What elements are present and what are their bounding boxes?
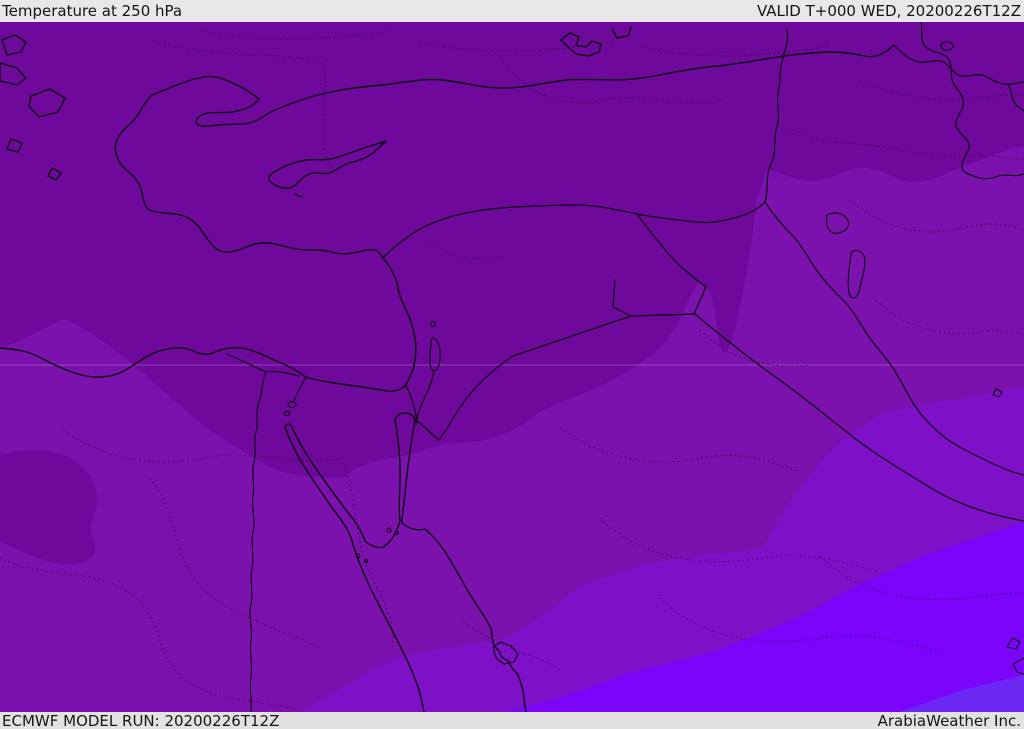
temperature-map: [0, 22, 1024, 712]
map-canvas: [0, 22, 1024, 712]
temp-band-1-west-blob: [0, 449, 98, 565]
valid-time-label: VALID T+000 WED, 20200226T12Z: [756, 2, 1021, 20]
bottom-status-bar: ECMWF MODEL RUN: 20200226T12Z ArabiaWeat…: [0, 712, 1024, 729]
weather-map-page: Temperature at 250 hPa VALID T+000 WED, …: [0, 0, 1024, 729]
map-title: Temperature at 250 hPa: [2, 2, 183, 20]
model-run-label: ECMWF MODEL RUN: 20200226T12Z: [2, 711, 280, 729]
credit-label: ArabiaWeather Inc.: [877, 711, 1021, 729]
top-title-bar: Temperature at 250 hPa VALID T+000 WED, …: [0, 0, 1024, 22]
